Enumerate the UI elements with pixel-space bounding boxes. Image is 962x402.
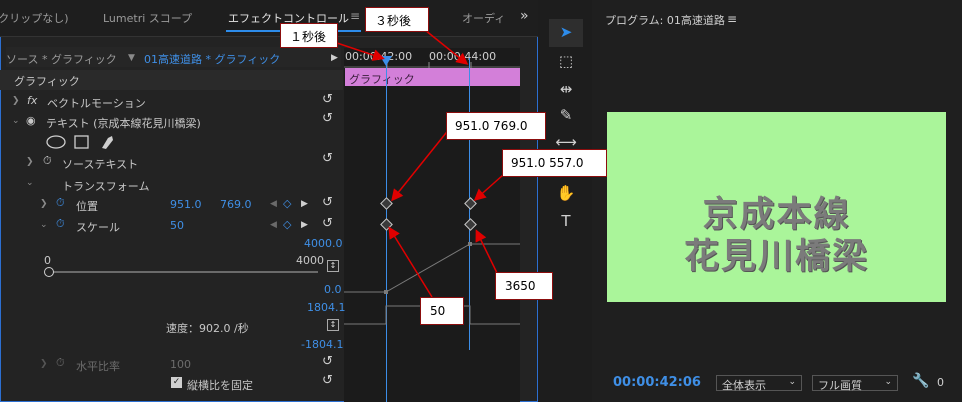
callout-scale-2: 3650 [495, 272, 553, 300]
callout-three-seconds: ３秒後 [365, 7, 429, 32]
annotation-arrows [327, 29, 504, 298]
callout-position-1: 951.0 769.0 [446, 112, 546, 140]
callout-one-second: １秒後 [280, 23, 338, 48]
callout-scale-1: 50 [420, 297, 464, 325]
callout-position-2: 951.0 557.0 [502, 149, 607, 177]
